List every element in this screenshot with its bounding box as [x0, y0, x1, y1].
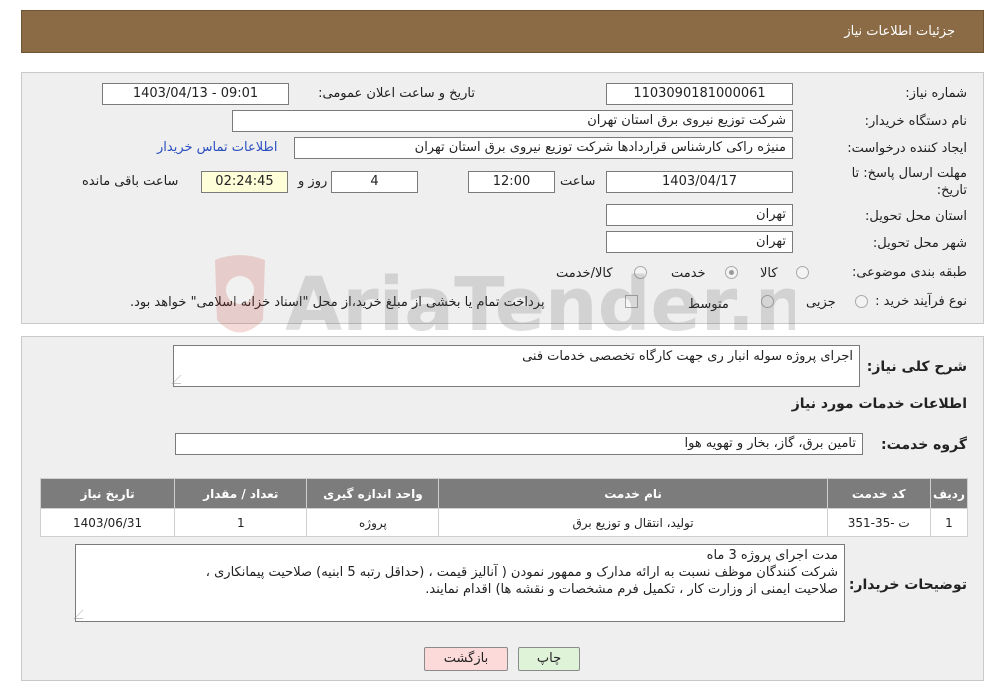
service-group-field: تامین برق، گاز، بخار و تهویه هوا — [175, 433, 863, 455]
remaining-label: ساعت باقی مانده — [82, 174, 179, 189]
province-label: استان محل تحویل: — [865, 209, 967, 224]
buyer-notes-line: مدت اجرای پروژه 3 ماه — [706, 548, 838, 563]
cell-code: ت -35-351 — [826, 508, 931, 537]
service-group-label: گروه خدمت: — [881, 437, 967, 453]
table-header-row: ردیف کد خدمت نام خدمت واحد اندازه گیری ت… — [39, 478, 969, 509]
col-row-header: ردیف — [929, 478, 969, 509]
cell-date: 1403/06/31 — [39, 508, 176, 537]
deadline-time-field: 12:00 — [468, 171, 555, 193]
print-button[interactable]: چاپ — [518, 647, 580, 671]
resize-grip-icon[interactable] — [73, 610, 92, 619]
table-row: 1 ت -35-351 تولید، انتقال و توزیع برق پر… — [39, 508, 969, 537]
deadline-label: مهلت ارسال پاسخ: تا — [851, 166, 967, 181]
buyer-field: شرکت توزیع نیروی برق استان تهران — [232, 110, 793, 132]
summary-textarea[interactable]: اجرای پروژه سوله انبار ری جهت کارگاه تخص… — [171, 345, 860, 387]
services-section-title: اطلاعات خدمات مورد نیاز — [791, 396, 967, 412]
city-label: شهر محل تحویل: — [872, 236, 967, 251]
page-title: جزئیات اطلاعات نیاز — [844, 24, 955, 39]
creator-field: منیژه راکی کارشناس قراردادها شرکت توزیع … — [294, 137, 793, 159]
category-goods-service-label: کالا/خدمت — [556, 266, 613, 281]
announce-datetime-field: 1403/04/13 - 09:01 — [102, 83, 289, 105]
col-date-header: تاریخ نیاز — [39, 478, 176, 509]
process-minor-label: جزیی — [806, 295, 836, 310]
days-field: 4 — [331, 171, 418, 193]
time-label: ساعت — [560, 174, 596, 189]
back-button[interactable]: بازگشت — [424, 647, 508, 671]
process-medium-label: متوسط — [688, 297, 729, 312]
cell-qty: 1 — [174, 508, 308, 537]
col-unit-header: واحد اندازه گیری — [306, 478, 440, 509]
category-goods-label: کالا — [760, 266, 778, 281]
buyer-contact-link[interactable]: اطلاعات تماس خریدار — [157, 140, 277, 155]
buyer-notes-line: شرکت کنندگان موظف نسبت به ارائه مدارک و … — [205, 565, 838, 580]
process-label: نوع فرآیند خرید : — [875, 294, 967, 309]
deadline-date-field: 1403/04/17 — [606, 171, 793, 193]
buyer-notes-label: توضیحات خریدار: — [848, 577, 967, 593]
summary-label: شرح کلی نیاز: — [866, 359, 967, 375]
process-minor-radio[interactable] — [855, 295, 868, 308]
category-service-label: خدمت — [671, 266, 706, 281]
treasury-payment-checkbox[interactable] — [625, 295, 638, 308]
category-goods-radio[interactable] — [796, 266, 809, 279]
services-table: ردیف کد خدمت نام خدمت واحد اندازه گیری ت… — [39, 478, 969, 537]
col-qty-header: تعداد / مقدار — [174, 478, 308, 509]
category-goods-service-radio[interactable] — [634, 266, 647, 279]
category-label: طبقه بندی موضوعی: — [851, 265, 967, 280]
province-field: تهران — [606, 204, 793, 226]
city-field: تهران — [606, 231, 793, 253]
page-header: جزئیات اطلاعات نیاز — [21, 10, 984, 53]
deadline-date-label: تاریخ: — [936, 183, 967, 198]
category-service-radio[interactable] — [725, 266, 738, 279]
resize-grip-icon[interactable] — [171, 375, 190, 384]
need-number-field: 1103090181000061 — [606, 83, 793, 105]
buyer-notes-line: صلاحیت ایمنی از وزارت کار ، تکمیل فرم مش… — [425, 582, 838, 597]
col-name-header: نام خدمت — [438, 478, 828, 509]
creator-label: ایجاد کننده درخواست: — [847, 141, 967, 156]
process-medium-radio[interactable] — [761, 295, 774, 308]
days-label: روز و — [298, 174, 328, 189]
remaining-time-field: 02:24:45 — [201, 171, 288, 193]
need-number-label: شماره نیاز: — [905, 86, 967, 101]
cell-row: 1 — [929, 508, 969, 537]
buyer-notes-textarea[interactable]: مدت اجرای پروژه 3 ماه شرکت کنندگان موظف … — [73, 544, 845, 622]
cell-unit: پروژه — [306, 508, 440, 537]
summary-text: اجرای پروژه سوله انبار ری جهت کارگاه تخص… — [522, 349, 853, 364]
buyer-label: نام دستگاه خریدار: — [864, 114, 967, 129]
announce-label: تاریخ و ساعت اعلان عمومی: — [318, 86, 475, 101]
payment-note: پرداخت تمام یا بخشی از مبلغ خرید،از محل … — [130, 295, 545, 310]
cell-name: تولید، انتقال و توزیع برق — [438, 508, 828, 537]
col-code-header: کد خدمت — [826, 478, 931, 509]
